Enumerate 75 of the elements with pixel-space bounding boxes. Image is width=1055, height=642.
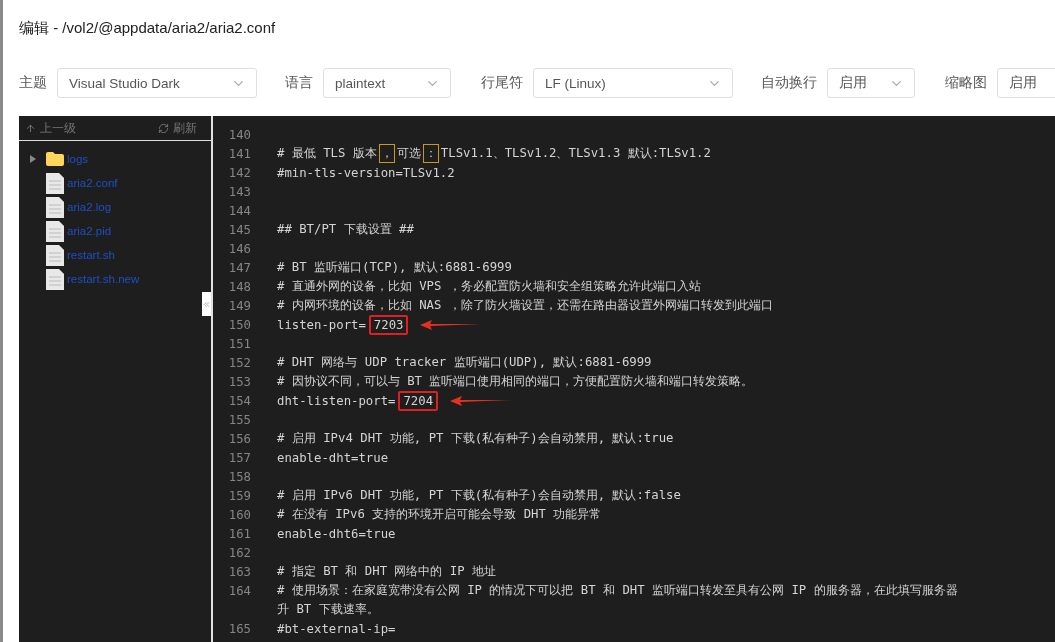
- line-number: 142: [227, 165, 251, 180]
- line-number: 157: [227, 450, 251, 465]
- line-number: 140: [227, 127, 251, 142]
- code-line: # DHT 网络与 UDP tracker 监听端口(UDP), 默认:6881-6999: [277, 354, 652, 371]
- file-icon: [46, 196, 64, 218]
- code-editor[interactable]: [213, 116, 1055, 642]
- line-number: 155: [227, 412, 251, 427]
- code-line: # 在没有 IPv6 支持的环境开启可能会导致 DHT 功能异常: [277, 506, 602, 523]
- select-field[interactable]: Visual Studio Dark: [57, 68, 257, 98]
- code-line: ## BT/PT 下载设置 ##: [277, 221, 414, 238]
- code-line: 升 BT 下载速率。: [277, 601, 379, 618]
- line-number: 158: [227, 469, 251, 484]
- file-icon: [46, 244, 64, 266]
- code-line: # 使用场景：在家庭宽带没有公网 IP 的情况下可以把 BT 和 DHT 监听端口转发至具有公网 IP 的服务器，在此填写服务器: [277, 582, 958, 599]
- code-line: # 因协议不同，可以与 BT 监听端口使用相同的端口，方便配置防火墙和端口转发策略。: [277, 373, 754, 390]
- line-number: 149: [227, 298, 251, 313]
- folder-icon: [46, 152, 64, 166]
- select-field[interactable]: plaintext: [323, 68, 451, 98]
- line-number: 151: [227, 336, 251, 351]
- up-button[interactable]: 上一级: [25, 119, 76, 137]
- line-number: 154: [227, 393, 251, 408]
- field-label: 行尾符: [481, 74, 523, 92]
- up-arrow-icon: [25, 122, 36, 134]
- code-line: #min-tls-version=TLSv1.2: [277, 165, 455, 180]
- line-number: 146: [227, 241, 251, 256]
- line-number: 163: [227, 564, 251, 579]
- line-number: 144: [227, 203, 251, 218]
- line-number: 159: [227, 488, 251, 503]
- code-line: # 启用 IPv6 DHT 功能, PT 下载(私有种子)会自动禁用, 默认:false: [277, 487, 681, 504]
- select-field[interactable]: 启用: [997, 68, 1055, 98]
- file-icon: [46, 268, 64, 290]
- line-number: 152: [227, 355, 251, 370]
- line-number: 147: [227, 260, 251, 275]
- line-number: 145: [227, 222, 251, 237]
- code-line: # 直通外网的设备，比如 VPS ，务必配置防火墙和安全组策略允许此端口入站: [277, 278, 701, 295]
- file-name[interactable]: restart.sh: [67, 249, 115, 261]
- file-name[interactable]: logs: [67, 153, 89, 165]
- line-number: 160: [227, 507, 251, 522]
- line-number: 141: [227, 146, 251, 161]
- code-line: enable-dht6=true: [277, 526, 396, 541]
- double-chevron-left-icon: [202, 299, 211, 309]
- line-number: 162: [227, 545, 251, 560]
- file-name[interactable]: aria2.pid: [67, 225, 112, 237]
- code-line: listen-port= 7203: [277, 314, 409, 335]
- file-icon: [46, 172, 64, 194]
- code-line: # BT 监听端口(TCP), 默认:6881-6999: [277, 259, 512, 276]
- line-number: 148: [227, 279, 251, 294]
- code-line: # 内网环境的设备，比如 NAS ，除了防火墙设置，还需在路由器设置外网端口转发到此端口: [277, 297, 773, 314]
- line-number: 153: [227, 374, 251, 389]
- file-name[interactable]: aria2.log: [67, 201, 112, 213]
- code-line: enable-dht=true: [277, 450, 389, 465]
- select-field[interactable]: LF (Linux): [533, 68, 733, 98]
- line-number: 143: [227, 184, 251, 199]
- code-line: dht-listen-port= 7204: [277, 390, 439, 411]
- file-name[interactable]: aria2.conf: [67, 177, 118, 189]
- field-label: 主题: [19, 74, 47, 92]
- code-line: #bt-external-ip=: [277, 621, 396, 636]
- line-number: 164: [227, 583, 251, 598]
- code-line: # 最低 TLS 版本 ， 可选 ： TLSv1.1、TLSv1.2、TLSv1.3 默认:TLSv1.2: [277, 144, 711, 163]
- line-number: 161: [227, 526, 251, 541]
- select-field[interactable]: 启用: [827, 68, 915, 98]
- file-name[interactable]: restart.sh.new: [67, 273, 140, 285]
- code-line: # 指定 BT 和 DHT 网络中的 IP 地址: [277, 563, 497, 580]
- caret-right-icon[interactable]: [29, 155, 37, 163]
- code-line: # 启用 IPv4 DHT 功能, PT 下载(私有种子)会自动禁用, 默认:true: [277, 430, 674, 447]
- line-number: 165: [227, 621, 251, 636]
- field-label: 自动换行: [761, 74, 817, 92]
- refresh-icon: [158, 122, 169, 134]
- line-number: 150: [227, 317, 251, 332]
- file-icon: [46, 220, 64, 242]
- field-label: 缩略图: [945, 74, 987, 92]
- window-title: 编辑 - /vol2/@appdata/aria2/aria2.conf: [18, 18, 277, 38]
- field-label: 语言: [285, 74, 313, 92]
- line-number: 156: [227, 431, 251, 446]
- refresh-button[interactable]: 刷新: [158, 119, 197, 137]
